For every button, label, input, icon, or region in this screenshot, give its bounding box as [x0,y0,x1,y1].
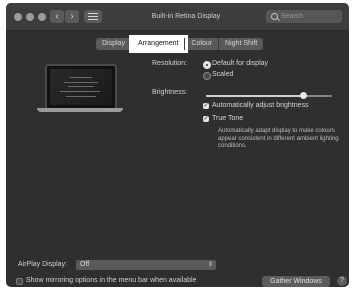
airplay-display-select[interactable]: Off ⇕ [76,260,216,270]
chevron-updown-icon: ⇕ [207,262,213,268]
radio-default-for-display[interactable] [203,61,211,69]
brightness-slider-thumb[interactable] [300,92,308,99]
search-icon [271,13,278,20]
auto-brightness-checkbox[interactable]: ✓ [203,103,209,109]
mirroring-label: Show mirroring options in the menu bar w… [26,277,197,284]
laptop-base [37,108,123,112]
radio-scaled[interactable] [203,72,211,80]
tab-colour[interactable]: Colour [185,38,220,50]
brightness-label: Brightness: [152,89,188,96]
laptop-preview-image [45,64,117,110]
true-tone-label: True Tone [212,115,244,122]
gather-windows-button[interactable]: Gather Windows [262,276,330,287]
resolution-label: Resolution: [152,60,188,67]
search-field[interactable]: Search [266,10,342,23]
auto-brightness-label: Automatically adjust brightness [212,102,309,109]
brightness-slider-fill [206,95,304,97]
window-title: Built-in Retina Display [151,13,221,20]
forward-button[interactable]: › [65,10,79,23]
tab-bar: Display Arrangement Colour Night Shift [96,35,264,53]
title-bar: ‹ › Built-in Retina Display Search [6,3,349,31]
minimize-button[interactable] [26,13,34,21]
zoom-button[interactable] [38,13,46,21]
tab-display[interactable]: Display [96,38,132,50]
back-button[interactable]: ‹ [50,10,64,23]
tab-arrangement[interactable]: Arrangement [128,35,189,53]
true-tone-description: Automatically adapt display to make colo… [218,128,339,149]
display-preferences-window: ‹ › Built-in Retina Display Search Displ… [6,3,349,287]
tab-night-shift[interactable]: Night Shift [219,38,264,50]
resolution-option-scaled: Scaled [212,71,234,78]
airplay-display-label: AirPlay Display: [18,261,68,268]
airplay-display-value: Off [80,261,90,268]
resolution-option-default: Default for display [212,60,269,67]
true-tone-checkbox[interactable]: ✓ [203,116,209,122]
close-button[interactable] [14,13,22,21]
mirroring-checkbox[interactable] [16,278,23,285]
search-placeholder: Search [281,13,304,20]
help-button[interactable]: ? [337,276,347,286]
grid-icon[interactable] [84,10,102,23]
brightness-slider[interactable] [206,92,332,99]
